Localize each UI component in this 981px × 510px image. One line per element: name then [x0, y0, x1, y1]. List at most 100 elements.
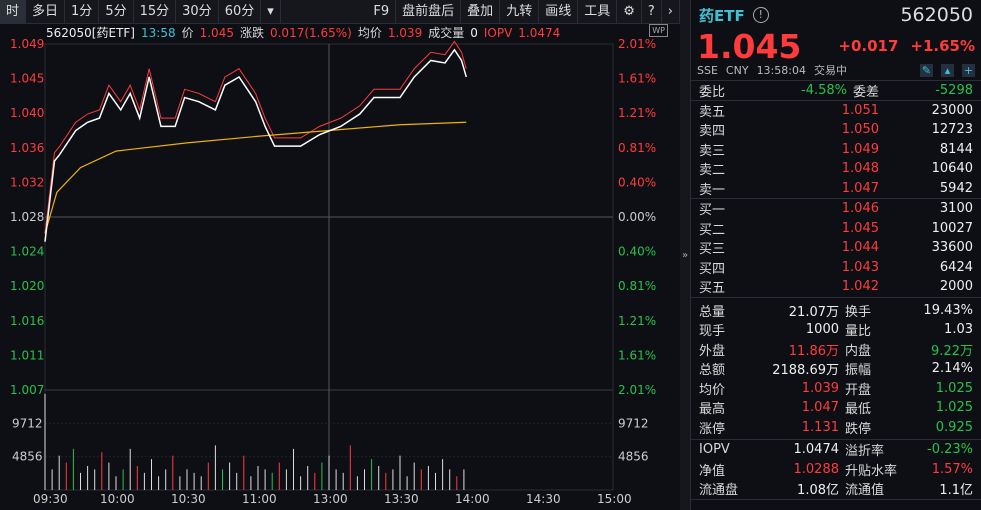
toolbar-button[interactable]: 叠加: [461, 0, 501, 23]
y-tick-right: 0.00%: [618, 210, 656, 224]
edit-icon[interactable]: ✎: [920, 63, 933, 77]
bids-row[interactable]: 买一 1.046 3100: [691, 199, 981, 219]
asks-row[interactable]: 卖二 1.048 10640: [691, 159, 981, 179]
toolbar-button[interactable]: 盘前盘后: [396, 0, 462, 23]
level-label: 卖一: [699, 182, 726, 198]
level-price: 1.042: [841, 279, 879, 295]
etf-row: 流通盘 1.08亿 流通值 1.1亿: [691, 479, 981, 499]
stats-row: 外盘 11.86万 内盘 9.22万: [691, 340, 981, 360]
stat-value: 11.86万: [788, 343, 839, 359]
stats-row: 涨停 1.131 跌停 0.925: [691, 418, 981, 438]
y-tick-left: 1.020: [10, 279, 44, 293]
period-tab[interactable]: 5分: [99, 0, 134, 23]
y-tick-left: 1.007: [10, 383, 44, 397]
toolbar-button[interactable]: 工具: [578, 0, 618, 23]
stat-label: 最低: [845, 402, 872, 418]
stat-label: 跌停: [845, 421, 872, 437]
stat-value: 1.03: [944, 322, 973, 338]
stat-value: 2188.69万: [772, 363, 839, 379]
period-tab[interactable]: 多日: [26, 0, 66, 23]
stat-label: 振幅: [845, 363, 872, 379]
stat-label: 升贴水率: [845, 463, 898, 479]
next-icon[interactable]: ›: [662, 0, 680, 23]
period-tab[interactable]: 1分: [65, 0, 100, 23]
level-label: 买一: [699, 203, 726, 219]
bell-icon[interactable]: ▴: [941, 63, 954, 77]
stat-label: 流通值: [845, 483, 885, 499]
trade-status: 交易中: [813, 64, 847, 77]
bids-row[interactable]: 买二 1.045 10027: [691, 219, 981, 239]
x-tick: 11:00: [242, 492, 277, 506]
currency: CNY: [725, 63, 749, 77]
x-tick: 13:30: [384, 492, 419, 506]
wp-button[interactable]: WP: [649, 24, 668, 37]
stats-row: 总量 21.07万 换手 19.43%: [691, 301, 981, 321]
stat-label: 量比: [845, 324, 872, 340]
y-tick-right: 1.61%: [618, 348, 656, 362]
stat-value: 1.1亿: [939, 483, 973, 499]
asks-row[interactable]: 卖五 1.051 23000: [691, 101, 981, 121]
bids-row[interactable]: 买四 1.043 6424: [691, 258, 981, 278]
vol-tick-left: 4856: [12, 450, 43, 464]
stat-value: 0.925: [935, 419, 973, 435]
y-tick-right: 0.40%: [618, 245, 656, 259]
stat-value: 1.08亿: [797, 483, 839, 499]
level-volume: 3100: [939, 201, 973, 217]
y-tick-right: 1.21%: [618, 106, 656, 120]
asks-row[interactable]: 卖三 1.049 8144: [691, 140, 981, 160]
period-tab[interactable]: 15分: [134, 0, 177, 23]
x-tick: 13:00: [313, 492, 348, 506]
level-volume: 10027: [931, 220, 973, 236]
level-price: 1.046: [841, 201, 879, 217]
level-price: 1.050: [841, 122, 879, 138]
period-toolbar: 时多日 1分 5分 15分 30分 60分 ▾ F9 盘前盘后 叠加 九转 画线 工具 ⚙? ›: [0, 0, 680, 24]
stat-label: 最高: [699, 402, 726, 418]
stat-label: 流通盘: [699, 483, 739, 499]
asks-row[interactable]: 卖一 1.047 5942: [691, 179, 981, 199]
stat-label: 外盘: [699, 343, 726, 359]
collapse-panel-button[interactable]: »: [680, 0, 690, 510]
stat-value: 1000: [805, 322, 839, 338]
level-label: 卖二: [699, 163, 726, 179]
period-tab[interactable]: 60分: [219, 0, 262, 23]
bids-row[interactable]: 买三 1.044 33600: [691, 238, 981, 258]
help-icon[interactable]: ?: [642, 0, 662, 23]
stats-row: 总额 2188.69万 振幅 2.14%: [691, 359, 981, 379]
stat-value: 1.131: [801, 419, 839, 435]
level-label: 卖三: [699, 143, 726, 159]
stat-label: 现手: [699, 324, 726, 340]
intraday-chart[interactable]: 1.049 2.01% 1.045 1.61% 1.040 1.21% 1.036 0.81%…: [0, 38, 680, 510]
stat-label: 溢折率: [845, 444, 885, 460]
quote-panel: 药ETF ! 562050 1.045 +0.017 +1.65% SSE CNY…: [690, 0, 981, 510]
y-tick-left: 1.011: [10, 348, 44, 362]
x-tick: 09:30: [33, 492, 68, 506]
stat-label: IOPV: [699, 442, 730, 458]
add-icon[interactable]: +: [962, 63, 975, 77]
period-tab[interactable]: 时: [0, 0, 27, 23]
toolbar-button[interactable]: 九转: [500, 0, 540, 23]
period-tab[interactable]: 30分: [176, 0, 219, 23]
stat-label: 总量: [699, 304, 726, 320]
y-tick-left: 1.045: [10, 72, 44, 86]
security-name: 药ETF: [699, 6, 745, 25]
stat-label: 均价: [699, 382, 726, 398]
gear-icon[interactable]: ⚙: [617, 0, 642, 23]
exchange: SSE: [697, 63, 718, 77]
wb-value: -4.58%: [801, 82, 847, 98]
y-tick-left: 1.040: [10, 106, 44, 120]
order-ratio-row: 委比 -4.58% 委差 -5298: [691, 80, 981, 100]
toolbar-button[interactable]: 画线: [539, 0, 579, 23]
stats-row: 均价 1.039 开盘 1.025: [691, 379, 981, 399]
stat-value: -0.23%: [927, 442, 973, 458]
pct-change: +1.65%: [910, 37, 975, 55]
toolbar-button[interactable]: F9: [367, 0, 397, 23]
level-price: 1.051: [841, 102, 879, 118]
period-tab[interactable]: ▾: [261, 0, 281, 23]
y-tick-left: 1.032: [10, 175, 44, 189]
y-tick-left: 1.036: [10, 141, 44, 155]
bids-row[interactable]: 买五 1.042 2000: [691, 277, 981, 297]
asks-row[interactable]: 卖四 1.050 12723: [691, 120, 981, 140]
level-label: 买四: [699, 261, 726, 277]
level-volume: 5942: [939, 180, 973, 196]
info-icon[interactable]: !: [752, 7, 769, 23]
